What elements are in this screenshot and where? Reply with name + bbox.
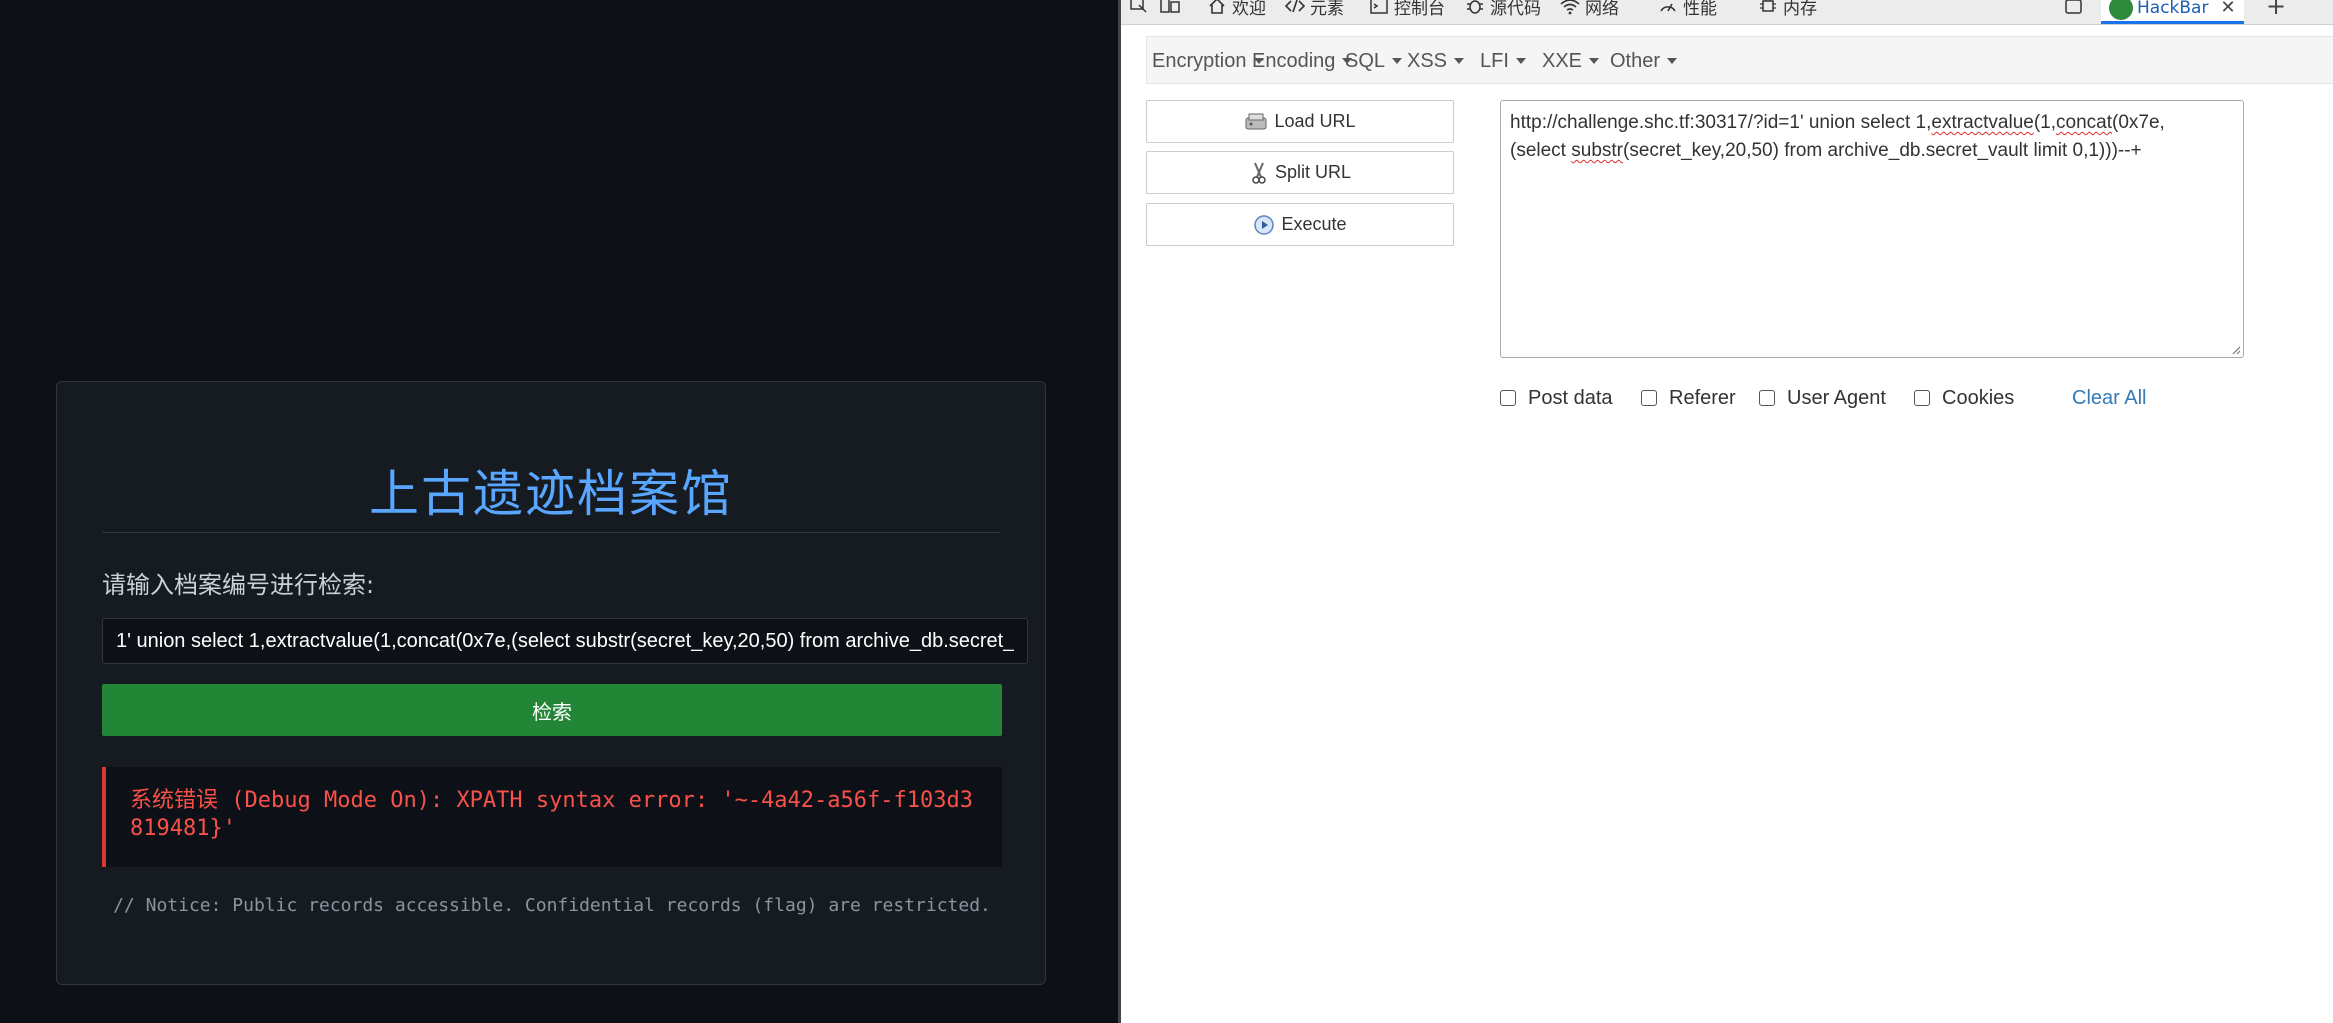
- url-text: (secret_key,20,50) from archive_db.secre…: [1623, 140, 2142, 161]
- cookies-checkbox[interactable]: [1914, 390, 1930, 406]
- close-icon[interactable]: ✕: [2220, 0, 2235, 18]
- cookies-option[interactable]: Cookies: [1914, 384, 2014, 412]
- load-url-button[interactable]: Load URL: [1146, 100, 1454, 143]
- tab-label: 欢迎: [1232, 0, 1266, 19]
- inspect-element-icon[interactable]: [1129, 0, 1149, 18]
- search-card: 上古遗迹档案馆 请输入档案编号进行检索: 检索 系统错误 (Debug Mode…: [56, 381, 1046, 985]
- devtools-tabbar: 欢迎 元素 控制台 源代码 网络 性能 内存 HackBar ✕ +: [1121, 0, 2333, 25]
- user-agent-option[interactable]: User Agent: [1759, 384, 1886, 412]
- tab-label: 内存: [1783, 0, 1817, 19]
- url-text: (select: [1510, 140, 1572, 161]
- tab-label: 元素: [1310, 0, 1344, 19]
- notice-text: // Notice: Public records accessible. Co…: [113, 895, 991, 916]
- tab-performance[interactable]: 性能: [1657, 0, 1717, 19]
- tab-elements[interactable]: 元素: [1284, 0, 1344, 19]
- url-text: substr: [1571, 140, 1623, 161]
- tab-hackbar[interactable]: HackBar ✕: [2101, 0, 2244, 24]
- execute-button[interactable]: Execute: [1146, 203, 1454, 246]
- error-detail: (Debug Mode On): XPATH syntax error: '~-…: [130, 788, 973, 841]
- post-data-option[interactable]: Post data: [1500, 384, 1613, 412]
- menu-other[interactable]: Other: [1610, 37, 1678, 85]
- tab-welcome[interactable]: 欢迎: [1206, 0, 1266, 19]
- home-icon: [1206, 0, 1228, 15]
- menu-encoding[interactable]: Encoding: [1252, 37, 1353, 85]
- menu-xss[interactable]: XSS: [1407, 37, 1465, 85]
- console-icon: [1368, 0, 1390, 15]
- url-text: (1,: [2033, 112, 2057, 133]
- hackbar-logo-icon: [2109, 0, 2133, 20]
- panel-toggle-icon[interactable]: [2064, 0, 2084, 18]
- tab-console[interactable]: 控制台: [1368, 0, 1445, 19]
- web-page: 上古遗迹档案馆 请输入档案编号进行检索: 检索 系统错误 (Debug Mode…: [0, 0, 1118, 1023]
- clear-all-link[interactable]: Clear All: [2072, 384, 2146, 412]
- menu-lfi[interactable]: LFI: [1480, 37, 1526, 85]
- user-agent-checkbox[interactable]: [1759, 390, 1775, 406]
- menu-xxe[interactable]: XXE: [1542, 37, 1600, 85]
- play-icon: [1253, 214, 1275, 236]
- tab-label: HackBar: [2137, 0, 2209, 18]
- caret-down-icon: [1667, 58, 1678, 64]
- tab-sources[interactable]: 源代码: [1464, 0, 1541, 19]
- caret-down-icon: [1392, 58, 1403, 64]
- referer-option[interactable]: Referer: [1641, 384, 1736, 412]
- add-tab-icon[interactable]: +: [2266, 0, 2286, 20]
- scissors-icon: [1249, 161, 1269, 185]
- page-title: 上古遗迹档案馆: [369, 465, 733, 523]
- menu-label: Other: [1610, 49, 1661, 72]
- option-label: Post data: [1528, 386, 1613, 409]
- search-button[interactable]: 检索: [102, 684, 1002, 736]
- caret-down-icon: [1589, 58, 1600, 64]
- menu-sql[interactable]: SQL: [1345, 37, 1403, 85]
- wifi-icon: [1559, 0, 1581, 15]
- tab-network[interactable]: 网络: [1559, 0, 1619, 19]
- url-text: concat: [2056, 112, 2113, 133]
- button-label: Load URL: [1274, 111, 1356, 131]
- title-divider: [102, 532, 1000, 533]
- caret-down-icon: [1454, 58, 1465, 64]
- menu-label: XXE: [1542, 49, 1583, 72]
- tab-memory[interactable]: 内存: [1757, 0, 1817, 19]
- code-icon: [1284, 0, 1306, 15]
- caret-down-icon: [1515, 58, 1526, 64]
- button-label: Execute: [1281, 214, 1347, 234]
- menu-label: Encryption: [1152, 49, 1247, 72]
- menu-encryption[interactable]: Encryption: [1152, 37, 1264, 85]
- tab-label: 性能: [1683, 0, 1717, 19]
- option-label: Referer: [1669, 386, 1736, 409]
- menu-label: XSS: [1407, 49, 1448, 72]
- bug-icon: [1464, 0, 1486, 15]
- option-label: User Agent: [1787, 386, 1886, 409]
- tab-label: 网络: [1585, 0, 1619, 19]
- devtools-panel: 欢迎 元素 控制台 源代码 网络 性能 内存 HackBar ✕ + Encry…: [1118, 0, 2333, 1023]
- url-text: extractvalue: [1931, 112, 2034, 133]
- button-label: Split URL: [1274, 162, 1352, 182]
- referer-checkbox[interactable]: [1641, 390, 1657, 406]
- post-data-checkbox[interactable]: [1500, 390, 1516, 406]
- error-message: 系统错误 (Debug Mode On): XPATH syntax error…: [102, 767, 1002, 867]
- menu-label: Encoding: [1252, 49, 1336, 72]
- memory-icon: [1757, 0, 1779, 15]
- hackbar-menubar: Encryption Encoding SQL XSS LFI XXE Othe…: [1146, 36, 2333, 84]
- tab-label: 源代码: [1490, 0, 1541, 19]
- url-textarea[interactable]: http://challenge.shc.tf:30317/?id=1' uni…: [1500, 100, 2244, 358]
- tab-label: 控制台: [1394, 0, 1445, 19]
- device-toolbar-icon[interactable]: [1159, 0, 1181, 18]
- option-label: Cookies: [1942, 386, 2015, 409]
- menu-label: SQL: [1345, 49, 1386, 72]
- menu-label: LFI: [1480, 49, 1509, 72]
- error-prefix: 系统错误: [130, 788, 219, 813]
- url-text: (0x7e,: [2112, 112, 2165, 133]
- search-prompt-label: 请输入档案编号进行检索:: [102, 571, 375, 599]
- split-url-button[interactable]: Split URL: [1146, 151, 1454, 194]
- resize-grip-icon[interactable]: [2231, 345, 2241, 355]
- load-url-icon: [1244, 112, 1268, 132]
- archive-id-input[interactable]: [102, 618, 1028, 664]
- performance-icon: [1657, 0, 1679, 15]
- url-text: http://challenge.shc.tf:30317/?id=1' uni…: [1510, 112, 1932, 133]
